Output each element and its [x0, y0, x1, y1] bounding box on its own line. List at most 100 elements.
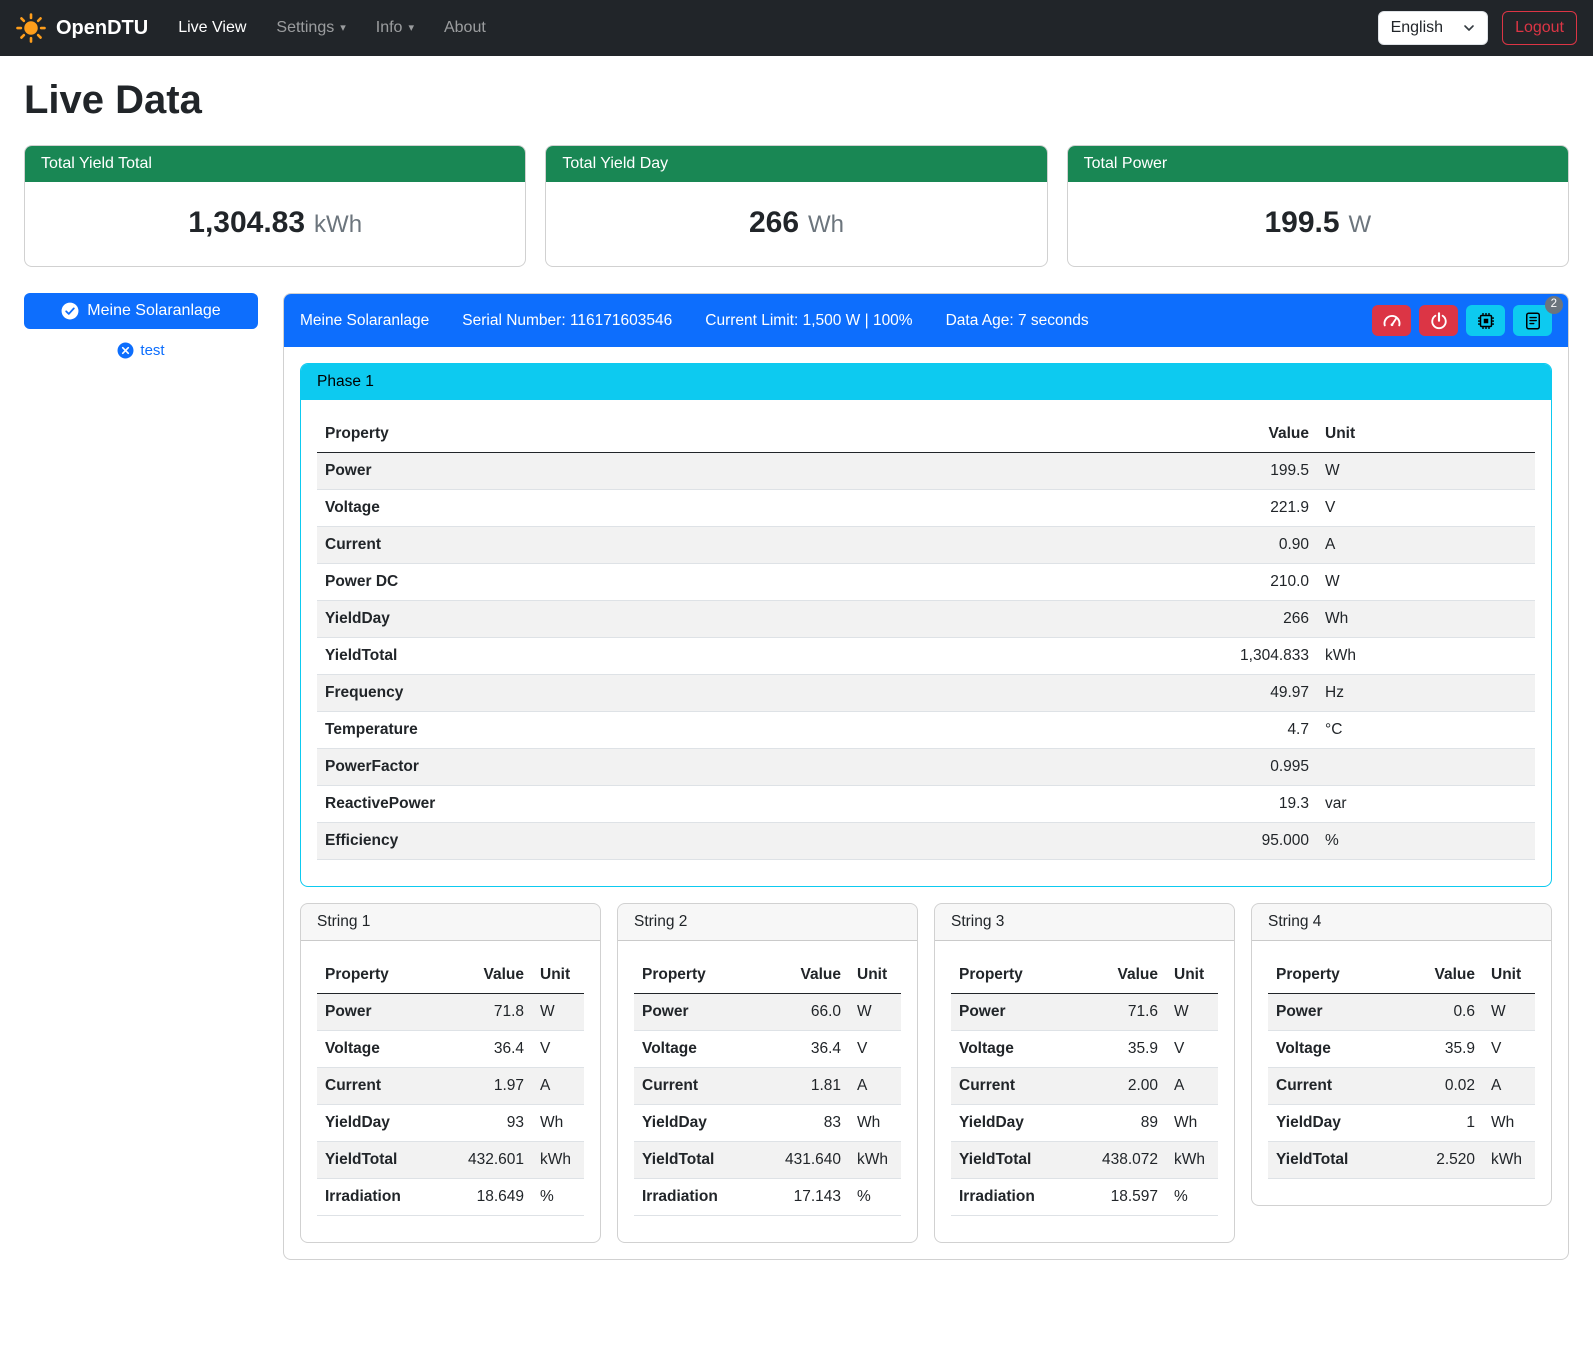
column-header-value: Value: [754, 957, 849, 994]
column-header-property: Property: [317, 416, 915, 453]
phase-table-row: ReactivePower19.3var: [317, 786, 1535, 823]
property-cell: Current: [634, 1068, 754, 1105]
unit-cell: kWh: [1483, 1142, 1535, 1179]
total-power-card: Total Power 199.5 W: [1067, 145, 1569, 267]
summary-card-body: 1,304.83kWh: [25, 182, 525, 266]
property-cell: Current: [1268, 1068, 1399, 1105]
string-table-row: Voltage35.9V: [951, 1031, 1218, 1068]
property-cell: Current: [951, 1068, 1071, 1105]
nav-item-info[interactable]: Info ▾: [368, 11, 422, 45]
value-cell: 2.00: [1071, 1068, 1166, 1105]
inverter-select-button[interactable]: Meine Solaranlage: [24, 293, 258, 329]
value-cell: 35.9: [1399, 1031, 1483, 1068]
power-button[interactable]: [1419, 305, 1458, 336]
nav-item-settings[interactable]: Settings ▾: [268, 11, 353, 45]
column-header-unit: Unit: [1483, 957, 1535, 994]
value-cell: 19.3: [915, 786, 1317, 823]
value-cell: 432.601: [437, 1142, 532, 1179]
value-cell: 35.9: [1071, 1031, 1166, 1068]
unit-cell: var: [1317, 786, 1535, 823]
value-cell: 0.995: [915, 749, 1317, 786]
summary-card-title: Total Power: [1068, 146, 1568, 182]
value-cell: 431.640: [754, 1142, 849, 1179]
value-cell: 1.81: [754, 1068, 849, 1105]
summary-value: 199.5: [1264, 206, 1339, 239]
string-table-row: Voltage36.4V: [317, 1031, 584, 1068]
nav-item-about[interactable]: About: [436, 11, 494, 45]
value-cell: 93: [437, 1105, 532, 1142]
power-icon: [1429, 311, 1449, 331]
value-cell: 18.597: [1071, 1179, 1166, 1216]
string-table-row: Power66.0W: [634, 994, 901, 1031]
unit-cell: Hz: [1317, 675, 1535, 712]
nav-item-live-view[interactable]: Live View: [170, 11, 254, 45]
value-cell: 438.072: [1071, 1142, 1166, 1179]
string-table-body: Power71.8WVoltage36.4VCurrent1.97AYieldD…: [317, 994, 584, 1216]
event-log-button[interactable]: 2: [1513, 305, 1552, 336]
property-cell: YieldTotal: [317, 1142, 437, 1179]
phase-table-row: Power DC210.0W: [317, 564, 1535, 601]
value-cell: 1: [1399, 1105, 1483, 1142]
unit-cell: A: [1483, 1068, 1535, 1105]
logout-button[interactable]: Logout: [1502, 11, 1577, 45]
string-table-row: Voltage35.9V: [1268, 1031, 1535, 1068]
brand[interactable]: OpenDTU: [16, 13, 148, 43]
phase-table-row: Current0.90A: [317, 527, 1535, 564]
value-cell: 0.6: [1399, 994, 1483, 1031]
inverter-test-link[interactable]: test: [24, 342, 258, 359]
inverter-select-label: Meine Solaranlage: [87, 302, 220, 320]
value-cell: 18.649: [437, 1179, 532, 1216]
column-header-value: Value: [437, 957, 532, 994]
unit-cell: %: [849, 1179, 901, 1216]
string-card-body: PropertyValueUnitPower66.0WVoltage36.4VC…: [618, 941, 917, 1242]
string-table-row: Power71.6W: [951, 994, 1218, 1031]
column-header-property: Property: [317, 957, 437, 994]
unit-cell: V: [1166, 1031, 1218, 1068]
phase-table-row: YieldTotal1,304.833kWh: [317, 638, 1535, 675]
property-cell: Power: [317, 994, 437, 1031]
value-cell: 2.520: [1399, 1142, 1483, 1179]
string-table-header-row: PropertyValueUnit: [1268, 957, 1535, 994]
inverter-test-label: test: [140, 342, 164, 359]
string-card-2: String 2PropertyValueUnitPower66.0WVolta…: [617, 903, 918, 1243]
chevron-down-icon: [1463, 22, 1475, 34]
strings-row: String 1PropertyValueUnitPower71.8WVolta…: [300, 903, 1552, 1243]
unit-cell: Wh: [1166, 1105, 1218, 1142]
summary-unit: Wh: [808, 211, 844, 238]
string-table-row: Current1.81A: [634, 1068, 901, 1105]
device-info-button[interactable]: [1466, 305, 1505, 336]
column-header-value: Value: [1071, 957, 1166, 994]
language-select[interactable]: English: [1378, 11, 1488, 45]
string-card-title: String 1: [301, 904, 600, 941]
summary-card-body: 266Wh: [546, 182, 1046, 266]
page-title: Live Data: [24, 78, 1569, 123]
summary-unit: kWh: [314, 211, 362, 238]
limit-settings-button[interactable]: [1372, 305, 1411, 336]
value-cell: 83: [754, 1105, 849, 1142]
property-cell: YieldTotal: [1268, 1142, 1399, 1179]
unit-cell: kWh: [849, 1142, 901, 1179]
string-table-body: Power0.6WVoltage35.9VCurrent0.02AYieldDa…: [1268, 994, 1535, 1179]
property-cell: Voltage: [317, 490, 915, 527]
string-table-row: YieldDay89Wh: [951, 1105, 1218, 1142]
value-cell: 36.4: [754, 1031, 849, 1068]
navbar: OpenDTU Live View Settings ▾ Info ▾ Abou…: [0, 0, 1593, 56]
summary-unit: W: [1349, 211, 1372, 238]
value-cell: 95.000: [915, 823, 1317, 860]
string-table: PropertyValueUnitPower71.8WVoltage36.4VC…: [317, 957, 584, 1216]
phase-table-row: Temperature4.7°C: [317, 712, 1535, 749]
string-table-header-row: PropertyValueUnit: [634, 957, 901, 994]
event-count-badge: 2: [1545, 296, 1563, 314]
property-cell: YieldDay: [317, 1105, 437, 1142]
value-cell: 4.7: [915, 712, 1317, 749]
unit-cell: %: [1166, 1179, 1218, 1216]
string-table: PropertyValueUnitPower71.6WVoltage35.9VC…: [951, 957, 1218, 1216]
journal-text-icon: [1523, 311, 1543, 331]
property-cell: ReactivePower: [317, 786, 915, 823]
property-cell: Voltage: [317, 1031, 437, 1068]
unit-cell: V: [532, 1031, 584, 1068]
property-cell: Voltage: [1268, 1031, 1399, 1068]
inverter-limit: Current Limit: 1,500 W | 100%: [705, 312, 912, 330]
phase-table-row: Efficiency95.000%: [317, 823, 1535, 860]
unit-cell: W: [1483, 994, 1535, 1031]
